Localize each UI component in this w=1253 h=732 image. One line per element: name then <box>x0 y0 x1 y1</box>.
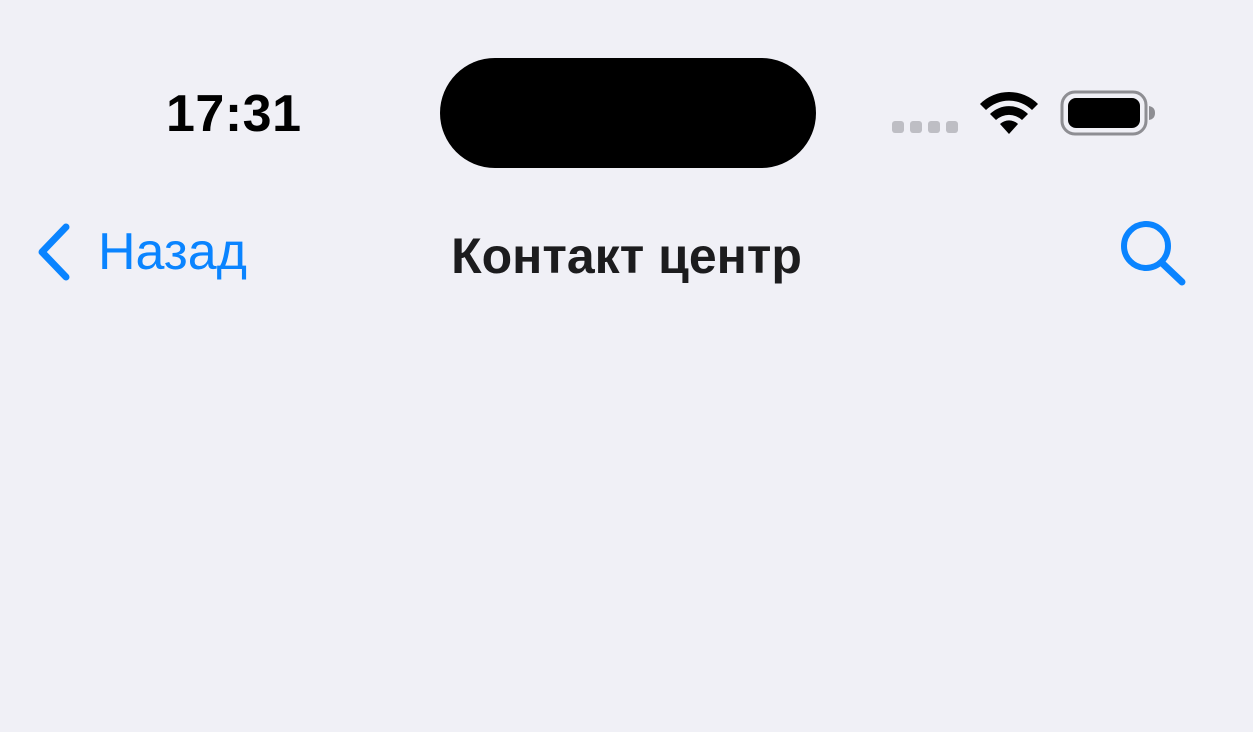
status-time: 17:31 <box>166 85 302 143</box>
dynamic-island <box>440 58 816 168</box>
page-title: Контакт центр <box>451 228 802 284</box>
screen: 17:31 Назад Контакт центр <box>0 0 1253 732</box>
signal-dots-icon <box>892 121 958 133</box>
wifi-icon <box>980 91 1038 134</box>
battery-icon <box>1060 90 1155 136</box>
search-icon[interactable] <box>1116 218 1188 288</box>
